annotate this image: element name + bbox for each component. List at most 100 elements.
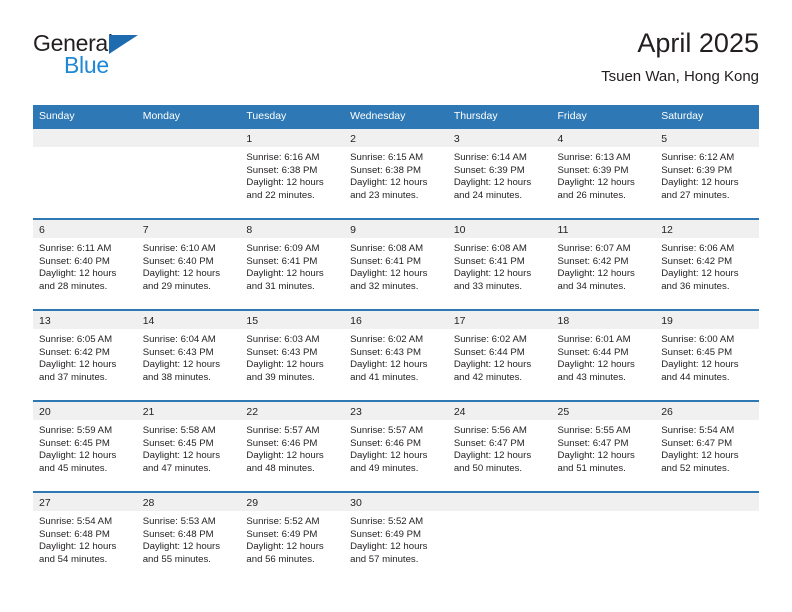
day-detail-line: Sunset: 6:42 PM xyxy=(39,346,110,358)
day-cell-19[interactable]: 19 Sunrise: 6:00 AM Sunset: 6:45 PM Dayligh… xyxy=(655,309,759,401)
day-detail-line: Sunset: 6:49 PM xyxy=(246,528,318,540)
day-detail-line: Sunrise: 5:52 AM xyxy=(350,516,424,527)
day-cell-22[interactable]: 22 Sunrise: 5:57 AM Sunset: 6:46 PM Dayligh… xyxy=(240,400,345,492)
day-number: 3 xyxy=(447,129,552,147)
day-detail-line: Sunset: 6:39 PM xyxy=(661,164,733,176)
general-blue-logo[interactable]: General Blue xyxy=(33,30,153,82)
day-cell-9[interactable]: 9 Sunrise: 6:08 AM Sunset: 6:41 PM Daylight… xyxy=(344,218,448,310)
day-cell-1[interactable]: 1 Sunrise: 6:16 AM Sunset: 6:38 PM Daylight… xyxy=(240,127,345,219)
day-detail-line: Sunset: 6:47 PM xyxy=(453,437,525,449)
day-details xyxy=(552,511,656,516)
day-cell-18[interactable]: 18 Sunrise: 6:01 AM Sunset: 6:44 PM Dayligh… xyxy=(551,309,656,401)
day-cell-21[interactable]: 21 Sunrise: 5:58 AM Sunset: 6:45 PM Dayligh… xyxy=(136,400,241,492)
day-detail-line: Sunset: 6:47 PM xyxy=(557,437,629,449)
day-number xyxy=(136,129,241,147)
day-number xyxy=(447,493,552,511)
day-details: Sunrise: 6:05 AM Sunset: 6:42 PM Daylight:… xyxy=(33,329,137,384)
day-details: Sunrise: 5:52 AM Sunset: 6:49 PM Daylight:… xyxy=(344,511,448,566)
day-cell-13[interactable]: 13 Sunrise: 6:05 AM Sunset: 6:42 PM Dayligh… xyxy=(33,309,137,401)
day-detail-line: and 39 minutes. xyxy=(246,371,315,383)
day-detail-line: and 57 minutes. xyxy=(350,553,419,565)
day-detail-line: Sunset: 6:47 PM xyxy=(661,437,733,449)
day-detail-line: Sunset: 6:43 PM xyxy=(142,346,214,358)
day-number: 1 xyxy=(240,129,345,147)
day-cell-23[interactable]: 23 Sunrise: 5:57 AM Sunset: 6:46 PM Dayligh… xyxy=(344,400,448,492)
day-cell-6[interactable]: 6 Sunrise: 6:11 AM Sunset: 6:40 PM Daylight… xyxy=(33,218,137,310)
day-cell-10[interactable]: 10 Sunrise: 6:08 AM Sunset: 6:41 PM Dayligh… xyxy=(447,218,552,310)
day-detail-line: Sunset: 6:43 PM xyxy=(246,346,318,358)
day-number: 22 xyxy=(240,402,345,420)
day-detail-line: Sunrise: 6:08 AM xyxy=(453,243,527,254)
day-detail-line: Daylight: 12 hours xyxy=(246,177,324,189)
day-details: Sunrise: 5:56 AM Sunset: 6:47 PM Daylight:… xyxy=(448,420,552,475)
day-cell-30[interactable]: 30 Sunrise: 5:52 AM Sunset: 6:49 PM Dayligh… xyxy=(344,491,448,583)
day-cell-16[interactable]: 16 Sunrise: 6:02 AM Sunset: 6:43 PM Dayligh… xyxy=(344,309,448,401)
day-detail-line: Sunset: 6:49 PM xyxy=(350,528,422,540)
day-cell-25[interactable]: 25 Sunrise: 5:55 AM Sunset: 6:47 PM Dayligh… xyxy=(551,400,656,492)
day-cell-5[interactable]: 5 Sunrise: 6:12 AM Sunset: 6:39 PM Daylight… xyxy=(655,127,759,219)
day-detail-line: Daylight: 12 hours xyxy=(350,541,428,553)
day-detail-line: Sunrise: 6:04 AM xyxy=(142,334,216,345)
day-cell-8[interactable]: 8 Sunrise: 6:09 AM Sunset: 6:41 PM Daylight… xyxy=(240,218,345,310)
day-cell-12[interactable]: 12 Sunrise: 6:06 AM Sunset: 6:42 PM Dayligh… xyxy=(655,218,759,310)
day-number xyxy=(551,493,656,511)
day-number: 16 xyxy=(344,311,448,329)
day-number: 23 xyxy=(344,402,448,420)
day-cell-15[interactable]: 15 Sunrise: 6:03 AM Sunset: 6:43 PM Dayligh… xyxy=(240,309,345,401)
day-cell-28[interactable]: 28 Sunrise: 5:53 AM Sunset: 6:48 PM Dayligh… xyxy=(136,491,241,583)
calendar-body: 1 Sunrise: 6:16 AM Sunset: 6:38 PM Daylight… xyxy=(33,127,759,583)
day-details: Sunrise: 5:59 AM Sunset: 6:45 PM Daylight:… xyxy=(33,420,137,475)
day-detail-line: and 56 minutes. xyxy=(246,553,315,565)
day-detail-line: Sunset: 6:48 PM xyxy=(142,528,214,540)
day-detail-line: and 24 minutes. xyxy=(453,189,523,201)
day-detail-line: Sunrise: 6:16 AM xyxy=(246,152,320,163)
day-detail-line: Sunrise: 6:15 AM xyxy=(350,152,424,163)
day-cell-empty xyxy=(551,491,656,583)
day-details: Sunrise: 6:11 AM Sunset: 6:40 PM Daylight:… xyxy=(33,238,137,293)
day-detail-line: Sunset: 6:46 PM xyxy=(350,437,422,449)
day-detail-line: Daylight: 12 hours xyxy=(350,450,428,462)
day-detail-line: Sunset: 6:38 PM xyxy=(246,164,318,176)
day-detail-line: Sunset: 6:45 PM xyxy=(661,346,733,358)
day-number: 17 xyxy=(447,311,552,329)
day-details: Sunrise: 6:10 AM Sunset: 6:40 PM Daylight:… xyxy=(137,238,241,293)
day-detail-line: Daylight: 12 hours xyxy=(350,177,428,189)
day-details: Sunrise: 6:09 AM Sunset: 6:41 PM Daylight:… xyxy=(240,238,344,293)
day-detail-line: Sunrise: 6:14 AM xyxy=(453,152,527,163)
day-cell-11[interactable]: 11 Sunrise: 6:07 AM Sunset: 6:42 PM Dayligh… xyxy=(551,218,656,310)
day-cell-4[interactable]: 4 Sunrise: 6:13 AM Sunset: 6:39 PM Daylight… xyxy=(551,127,656,219)
day-cell-2[interactable]: 2 Sunrise: 6:15 AM Sunset: 6:38 PM Daylight… xyxy=(344,127,448,219)
day-cell-3[interactable]: 3 Sunrise: 6:14 AM Sunset: 6:39 PM Daylight… xyxy=(447,127,552,219)
day-cell-27[interactable]: 27 Sunrise: 5:54 AM Sunset: 6:48 PM Dayligh… xyxy=(33,491,137,583)
day-detail-line: Sunset: 6:45 PM xyxy=(142,437,214,449)
day-number: 24 xyxy=(447,402,552,420)
page-header: General Blue April 2025 Tsuen Wan, Hong … xyxy=(33,26,759,98)
day-cell-14[interactable]: 14 Sunrise: 6:04 AM Sunset: 6:43 PM Dayligh… xyxy=(136,309,241,401)
day-details: Sunrise: 6:01 AM Sunset: 6:44 PM Daylight:… xyxy=(552,329,656,384)
day-cell-20[interactable]: 20 Sunrise: 5:59 AM Sunset: 6:45 PM Dayligh… xyxy=(33,400,137,492)
day-details: Sunrise: 5:57 AM Sunset: 6:46 PM Daylight:… xyxy=(344,420,448,475)
day-details: Sunrise: 6:08 AM Sunset: 6:41 PM Daylight:… xyxy=(344,238,448,293)
day-cell-26[interactable]: 26 Sunrise: 5:54 AM Sunset: 6:47 PM Dayligh… xyxy=(655,400,759,492)
day-detail-line: Daylight: 12 hours xyxy=(246,450,324,462)
day-details xyxy=(33,147,137,152)
day-detail-line: Daylight: 12 hours xyxy=(453,359,532,371)
day-detail-line: Sunset: 6:41 PM xyxy=(453,255,525,267)
day-detail-line: Sunset: 6:44 PM xyxy=(557,346,629,358)
day-number: 8 xyxy=(240,220,345,238)
day-detail-line: Sunrise: 6:09 AM xyxy=(246,243,320,254)
day-cell-29[interactable]: 29 Sunrise: 5:52 AM Sunset: 6:49 PM Dayligh… xyxy=(240,491,345,583)
day-detail-line: and 26 minutes. xyxy=(557,189,626,201)
day-number: 20 xyxy=(33,402,137,420)
day-detail-line: and 33 minutes. xyxy=(453,280,523,292)
day-detail-line: Daylight: 12 hours xyxy=(350,359,428,371)
day-detail-line: Sunrise: 5:53 AM xyxy=(142,516,216,527)
day-number: 6 xyxy=(33,220,137,238)
day-number: 30 xyxy=(344,493,448,511)
day-detail-line: Sunrise: 6:06 AM xyxy=(661,243,735,254)
calendar-week-row: 6 Sunrise: 6:11 AM Sunset: 6:40 PM Daylight… xyxy=(33,218,759,310)
day-cell-24[interactable]: 24 Sunrise: 5:56 AM Sunset: 6:47 PM Dayligh… xyxy=(447,400,552,492)
day-cell-7[interactable]: 7 Sunrise: 6:10 AM Sunset: 6:40 PM Daylight… xyxy=(136,218,241,310)
day-details: Sunrise: 6:12 AM Sunset: 6:39 PM Daylight:… xyxy=(655,147,759,202)
day-cell-17[interactable]: 17 Sunrise: 6:02 AM Sunset: 6:44 PM Dayligh… xyxy=(447,309,552,401)
